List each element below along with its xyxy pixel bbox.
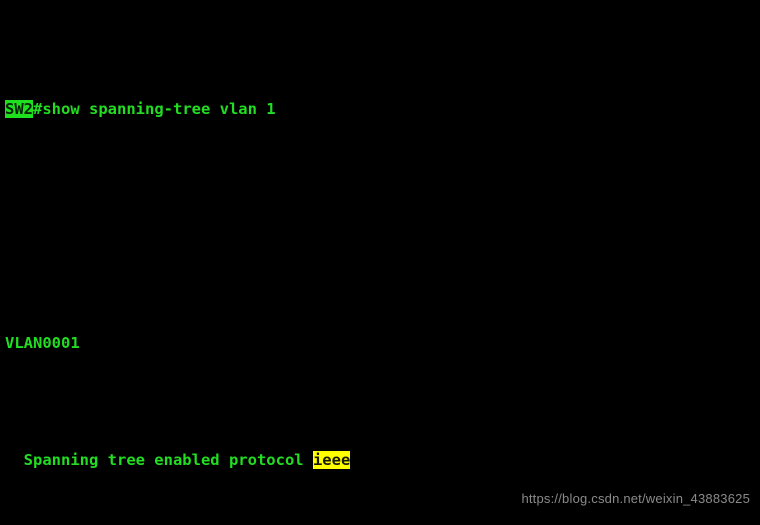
terminal-window: SW2#show spanning-tree vlan 1 VLAN0001 S… [0,0,760,525]
vlan-header: VLAN0001 [5,333,80,352]
prompt-hostname: SW2 [5,99,33,118]
command-line: SW2#show spanning-tree vlan 1 [5,98,752,121]
protocol-line: Spanning tree enabled protocol ieee [5,449,752,472]
terminal-output[interactable]: SW2#show spanning-tree vlan 1 VLAN0001 S… [5,4,752,525]
command-text: show spanning-tree vlan 1 [42,99,276,118]
watermark-url: https://blog.csdn.net/weixin_43883625 [521,491,750,506]
protocol-value: ieee [312,450,351,469]
prompt-symbol: # [33,99,43,118]
protocol-label: Spanning tree enabled protocol [5,450,313,469]
